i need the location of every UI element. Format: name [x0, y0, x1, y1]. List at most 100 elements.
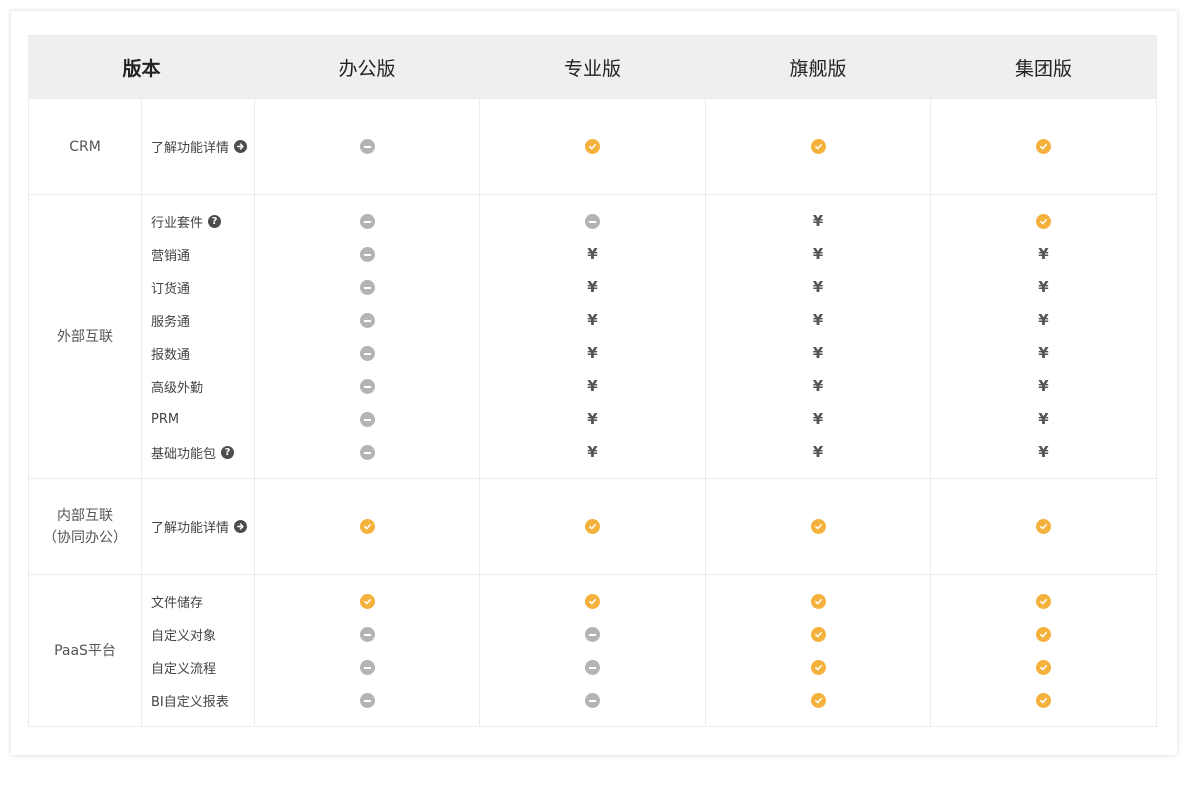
category-label: （协同办公）	[43, 529, 127, 546]
value-item	[931, 585, 1156, 618]
value-item	[480, 684, 705, 717]
value-item	[255, 271, 479, 304]
edition-header-flagship: 旗舰版	[705, 35, 932, 99]
feature-label: 订货通	[151, 282, 191, 297]
edition-value-cell	[479, 98, 707, 195]
yen-icon: ¥	[812, 278, 824, 296]
value-item: ¥	[480, 304, 705, 337]
value-item	[931, 510, 1156, 543]
feature-label: 营销通	[151, 249, 191, 264]
check-circle-icon	[1036, 139, 1052, 154]
feature-list-cell: 文件储存 自定义对象 自定义流程 BI自定义报表	[140, 574, 256, 727]
minus-circle-icon	[359, 445, 375, 460]
value-item	[706, 651, 930, 684]
yen-icon: ¥	[587, 245, 598, 263]
category-cell: CRM	[28, 98, 142, 195]
feature-label: BI自定义报表	[151, 695, 229, 710]
minus-circle-icon	[359, 247, 375, 262]
category-cell: 外部互联	[28, 194, 142, 479]
value-item: ¥	[931, 403, 1156, 436]
value-item: ¥	[931, 271, 1156, 304]
yen-icon: ¥	[1038, 311, 1049, 329]
check-circle-icon	[1036, 660, 1052, 675]
edition-value-cell	[479, 478, 707, 575]
feature-item[interactable]: 了解功能详情	[142, 510, 254, 543]
feature-item: 服务通	[142, 304, 254, 337]
edition-value-cell: ¥ ¥ ¥ ¥ ¥ ¥ ¥	[479, 194, 707, 479]
value-item: ¥	[931, 238, 1156, 271]
arrow-right-circle-icon[interactable]	[234, 140, 248, 153]
feature-item: 自定义流程	[142, 651, 254, 684]
value-item: ¥	[931, 436, 1156, 469]
yen-icon: ¥	[812, 443, 824, 461]
value-item: ¥	[480, 238, 705, 271]
feature-list-cell: 了解功能详情	[140, 478, 256, 575]
value-item: ¥	[480, 436, 705, 469]
category-label: PaaS平台	[54, 642, 116, 659]
yen-icon: ¥	[1038, 377, 1049, 395]
help-icon[interactable]: ?	[208, 215, 222, 228]
value-item: ¥	[706, 304, 930, 337]
value-item	[255, 238, 479, 271]
minus-circle-icon	[585, 214, 601, 229]
edition-value-cell	[254, 574, 481, 727]
minus-circle-icon	[359, 660, 375, 675]
yen-icon: ¥	[587, 344, 598, 362]
value-item	[706, 618, 930, 651]
feature-item[interactable]: 了解功能详情	[142, 130, 254, 163]
value-item	[931, 205, 1156, 238]
value-item	[480, 651, 705, 684]
edition-header-group: 集团版	[930, 35, 1158, 99]
value-item	[931, 130, 1156, 163]
check-circle-icon	[810, 594, 826, 609]
table-row: PaaS平台 文件储存 自定义对象 自定义流程 BI自定义报表	[28, 574, 1158, 727]
yen-icon: ¥	[587, 410, 598, 428]
minus-circle-icon	[359, 379, 375, 394]
yen-icon: ¥	[1038, 344, 1049, 362]
edition-value-cell	[930, 574, 1158, 727]
feature-item: 报数通	[142, 337, 254, 370]
yen-icon: ¥	[812, 212, 824, 230]
feature-label: 自定义对象	[151, 629, 217, 644]
feature-item: BI自定义报表	[142, 684, 254, 717]
feature-item: PRM	[142, 403, 254, 436]
category-cell: 内部互联 （协同办公）	[28, 478, 142, 575]
check-circle-icon	[585, 594, 601, 609]
value-item	[931, 651, 1156, 684]
edition-value-cell	[254, 478, 481, 575]
feature-item: 高级外勤	[142, 370, 254, 403]
edition-comparison-table: 版本 办公版 专业版 旗舰版 集团版 CRM 了解功能详情 外部互联 行业套件? 营销通…	[27, 35, 1158, 727]
minus-circle-icon	[359, 313, 375, 328]
value-item: ¥	[706, 238, 930, 271]
yen-icon: ¥	[812, 245, 824, 263]
feature-label: 服务通	[151, 315, 191, 330]
category-label: 内部互联	[57, 507, 113, 524]
edition-header-professional: 专业版	[479, 35, 707, 99]
minus-circle-icon	[585, 660, 601, 675]
edition-value-cell	[930, 98, 1158, 195]
check-circle-icon	[359, 594, 375, 609]
value-item: ¥	[480, 403, 705, 436]
value-item: ¥	[931, 370, 1156, 403]
value-item	[931, 618, 1156, 651]
minus-circle-icon	[359, 627, 375, 642]
minus-circle-icon	[359, 214, 375, 229]
category-label: CRM	[69, 138, 101, 155]
arrow-right-circle-icon[interactable]	[234, 520, 248, 533]
value-item	[255, 337, 479, 370]
feature-list-cell: 了解功能详情	[140, 98, 256, 195]
value-item	[480, 585, 705, 618]
minus-circle-icon	[359, 280, 375, 295]
edition-header-office: 办公版	[254, 35, 481, 99]
value-item	[255, 585, 479, 618]
edition-value-cell: ¥ ¥ ¥ ¥ ¥ ¥ ¥ ¥	[705, 194, 932, 479]
table-row: 外部互联 行业套件? 营销通 订货通 服务通 报数通 高级外勤 PRM 基础功能包? ¥ ¥ ¥ ¥ ¥ ¥…	[28, 194, 1158, 479]
value-item: ¥	[706, 436, 930, 469]
yen-icon: ¥	[812, 410, 824, 428]
help-icon[interactable]: ?	[221, 446, 235, 459]
value-item: ¥	[931, 337, 1156, 370]
feature-label: PRM	[151, 412, 180, 427]
edition-value-cell	[705, 478, 932, 575]
yen-icon: ¥	[587, 377, 598, 395]
check-circle-icon	[585, 519, 601, 534]
